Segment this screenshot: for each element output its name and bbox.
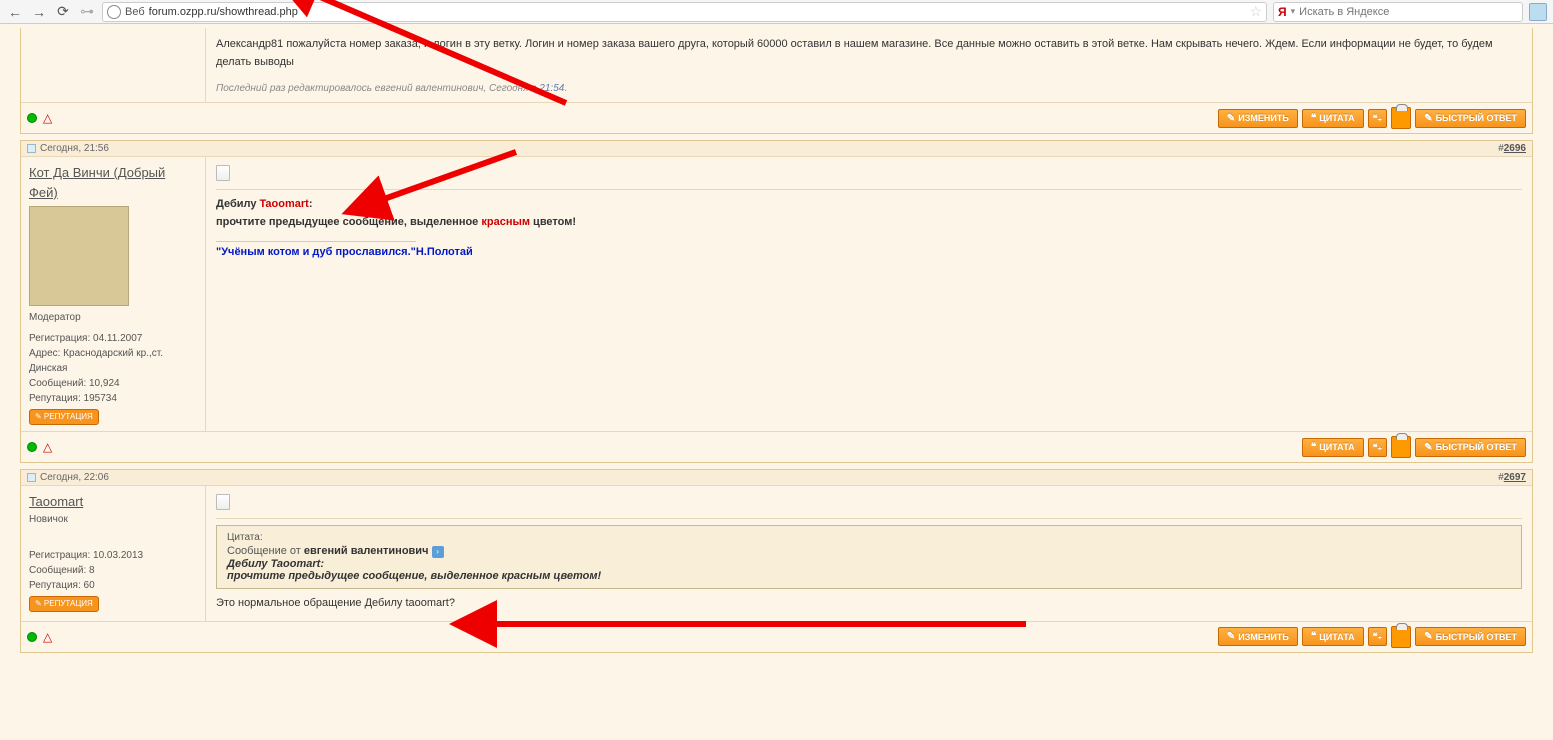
goto-post-icon[interactable]: › [432,546,444,558]
clipboard-icon [1391,107,1411,129]
globe-icon [107,5,121,19]
post-content: Александр81 пожалуйста номер заказа, и л… [206,28,1532,102]
quote-source: Сообщение от евгений валентинович › [227,545,1511,558]
reputation-badge[interactable]: ✎ РЕПУТАЦИЯ [29,596,99,612]
quote-button[interactable]: ❝ЦИТАТА [1302,109,1364,128]
fast-reply-button[interactable]: ✎БЫСТРЫЙ ОТВЕТ [1415,627,1526,646]
post-status-icon [27,144,36,153]
user-role: Модератор [29,310,197,325]
post-content: Цитата: Сообщение от евгений валентинови… [206,486,1532,621]
user-post-count: Сообщений: 10,924 [29,376,197,391]
report-icon[interactable]: △ [43,630,52,644]
chevron-down-icon[interactable]: ▾ [1291,6,1296,17]
edit-button[interactable]: ✎ИЗМЕНИТЬ [1218,109,1298,128]
user-reputation: Репутация: 60 [29,578,197,593]
message-text: Дебилу Taoomart: прочтите предыдущее соо… [216,196,1522,231]
edit-note: Последний раз редактировалось евгений ва… [216,83,1522,94]
quote-button[interactable]: ❝ЦИТАТА [1302,438,1364,457]
online-status-icon [27,442,37,452]
post-timestamp: Сегодня, 21:56 [40,143,109,154]
user-reg-date: Регистрация: 04.11.2007 [29,331,197,346]
clipboard-icon [1391,626,1411,648]
edit-time-link[interactable]: 21:54 [539,83,564,94]
reputation-badge[interactable]: ✎ РЕПУТАЦИЯ [29,409,99,425]
sidebar-toggle-icon[interactable] [1529,3,1547,21]
bookmark-star-icon[interactable]: ☆ [1249,3,1262,20]
post-status-icon [27,473,36,482]
yandex-logo-icon: Я [1278,5,1287,19]
report-icon[interactable]: △ [43,440,52,454]
url-input[interactable] [149,6,1246,18]
post-content: Дебилу Taoomart: прочтите предыдущее соо… [206,157,1532,431]
clipboard-icon [1391,436,1411,458]
forward-icon[interactable]: → [30,3,48,21]
user-reputation: Репутация: 195734 [29,391,197,406]
url-prefix: Веб [125,6,145,18]
message-text: Александр81 пожалуйста номер заказа, и л… [216,36,1522,71]
user-reg-date: Регистрация: 10.03.2013 [29,548,197,563]
user-address: Адрес: Краснодарский кр.,ст. Динская [29,346,197,376]
user-sidebar: Кот Да Винчи (Добрый Фей) Модератор Реги… [21,157,206,431]
fast-reply-button[interactable]: ✎БЫСТРЫЙ ОТВЕТ [1415,109,1526,128]
online-status-icon [27,632,37,642]
forum-post: Сегодня, 22:06 #2697 Taoomart Новичок Ре… [20,469,1533,653]
quote-block: Цитата: Сообщение от евгений валентинови… [216,525,1522,589]
quote-label: Цитата: [227,532,1511,543]
online-status-icon [27,113,37,123]
post-permalink[interactable]: #2696 [1498,143,1526,154]
forum-post: Александр81 пожалуйста номер заказа, и л… [20,28,1533,134]
address-bar[interactable]: Веб ☆ [102,2,1267,22]
fast-reply-button[interactable]: ✎БЫСТРЫЙ ОТВЕТ [1415,438,1526,457]
forum-content: Александр81 пожалуйста номер заказа, и л… [0,24,1553,663]
multiquote-button[interactable]: ❝₊ [1368,438,1388,457]
post-icon [216,494,230,510]
yandex-search-box[interactable]: Я ▾ [1273,2,1523,22]
message-text: Это нормальное обращение Дебилу taoomart… [216,595,1522,613]
reload-icon[interactable]: ⟳ [54,3,72,21]
back-icon[interactable]: ← [6,3,24,21]
post-icon [216,165,230,181]
multiquote-button[interactable]: ❝₊ [1368,109,1388,128]
user-sidebar: Taoomart Новичок Регистрация: 10.03.2013… [21,486,206,621]
user-role: Новичок [29,512,197,527]
signature: "Учёным котом и дуб прославился."Н.Полот… [216,246,1522,258]
report-icon[interactable]: △ [43,111,52,125]
multiquote-button[interactable]: ❝₊ [1368,627,1388,646]
edit-button[interactable]: ✎ИЗМЕНИТЬ [1218,627,1298,646]
user-post-count: Сообщений: 8 [29,563,197,578]
author-link[interactable]: Кот Да Винчи (Добрый Фей) [29,165,165,200]
post-timestamp: Сегодня, 22:06 [40,472,109,483]
user-sidebar [21,28,206,102]
quote-button[interactable]: ❝ЦИТАТА [1302,627,1364,646]
lock-icon: ⊶ [78,3,96,21]
forum-post: Сегодня, 21:56 #2696 Кот Да Винчи (Добры… [20,140,1533,463]
browser-toolbar: ← → ⟳ ⊶ Веб ☆ Я ▾ [0,0,1553,24]
post-permalink[interactable]: #2697 [1498,472,1526,483]
yandex-search-input[interactable] [1299,6,1518,18]
author-link[interactable]: Taoomart [29,494,83,509]
avatar [29,206,129,306]
